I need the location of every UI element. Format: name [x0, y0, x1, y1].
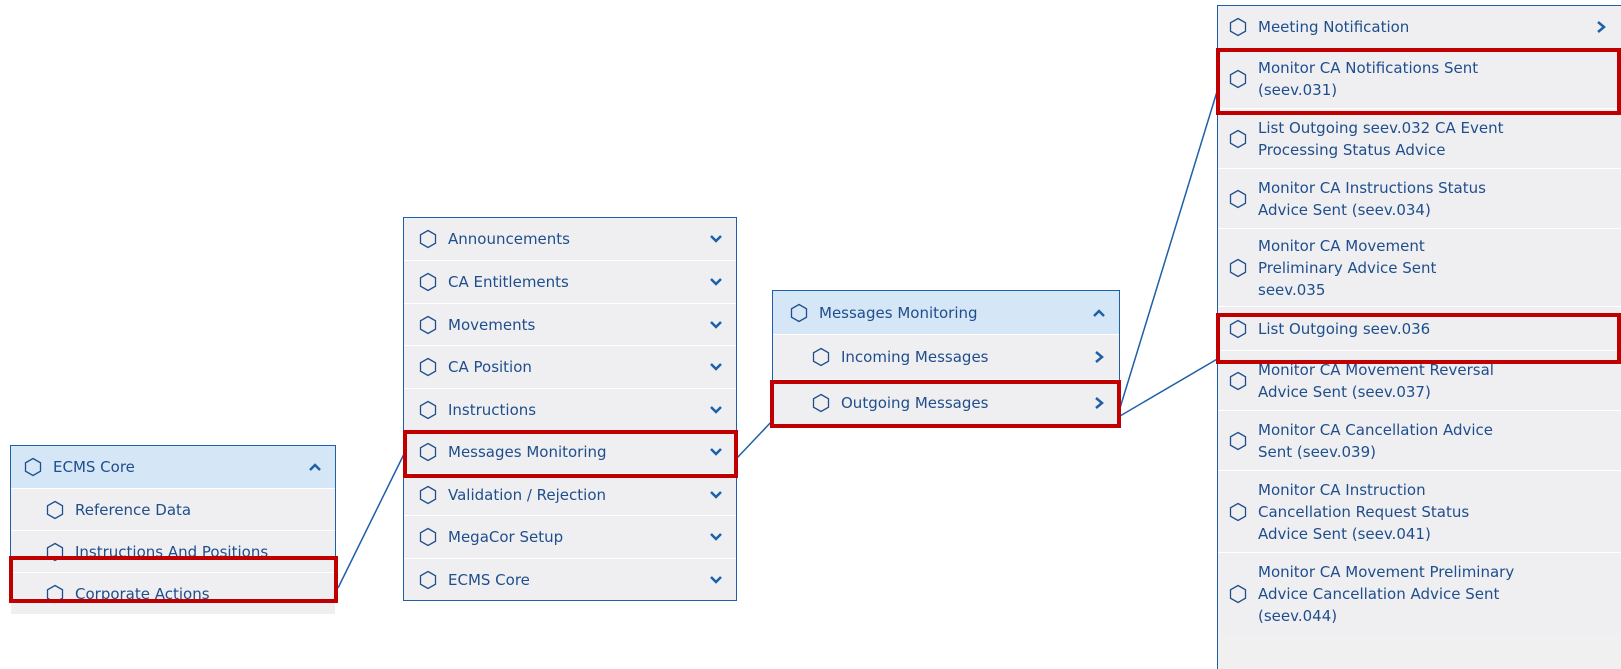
menu-item-label: Monitor CA Movement Preliminary Advice S… [1258, 236, 1437, 299]
menu-item-ecms-core[interactable]: ECMS Core [404, 559, 736, 600]
menu-item-incoming-messages[interactable]: Incoming Messages [773, 335, 1119, 380]
hexagon-icon [1229, 371, 1247, 390]
menu-header-label: Messages Monitoring [819, 303, 978, 322]
hexagon-icon [1229, 129, 1247, 148]
menu-item-label: Monitor CA Movement Reversal Advice Sent… [1258, 360, 1494, 401]
ecms-core-menu: ECMS Core Reference Data Instructions An… [10, 445, 336, 615]
hexagon-icon [1229, 502, 1247, 521]
hexagon-icon [419, 400, 437, 419]
menu-item-reference-data[interactable]: Reference Data [11, 489, 335, 531]
menu-item-announcements[interactable]: Announcements [404, 218, 736, 261]
chevron-right-icon[interactable] [1091, 395, 1107, 411]
hexagon-icon [1229, 189, 1247, 208]
menu-item-label: Announcements [448, 230, 570, 248]
menu-item-label: ECMS Core [448, 570, 530, 589]
menu-item-label: CA Entitlements [448, 273, 569, 291]
menu-item-movements[interactable]: Movements [404, 304, 736, 346]
menu-item-label: MegaCor Setup [448, 528, 564, 546]
chevron-down-icon[interactable] [708, 529, 724, 545]
menu-item-outgoing-messages[interactable]: Outgoing Messages [773, 380, 1119, 426]
menu-item-label: Monitor CA Instructions Status Advice Se… [1258, 178, 1486, 219]
hexagon-icon [419, 570, 437, 589]
menu-item-list-outgoing-seev036[interactable]: List Outgoing seev.036 [1218, 307, 1621, 351]
hexagon-icon [1229, 258, 1247, 277]
chevron-right-icon[interactable] [1593, 19, 1609, 35]
hexagon-icon [1229, 69, 1247, 88]
hexagon-icon [1229, 584, 1247, 604]
hexagon-icon [419, 272, 437, 292]
menu-item-monitor-ca-movement-preliminary[interactable]: Monitor CA Movement Preliminary Advice S… [1218, 229, 1621, 307]
menu-item-label: CA Position [448, 358, 532, 376]
corporate-actions-menu: Announcements CA Entitlements Movements … [403, 217, 737, 601]
hexagon-icon [24, 457, 42, 477]
menu-item-label: Instructions And Positions [75, 542, 269, 561]
messages-monitoring-menu: Messages Monitoring Incoming Messages Ou… [772, 290, 1120, 427]
menu-item-instructions[interactable]: Instructions [404, 389, 736, 431]
menu-item-label: List Outgoing seev.032 CA Event Processi… [1258, 118, 1504, 159]
hexagon-icon [812, 347, 830, 367]
menu-item-instructions-and-positions[interactable]: Instructions And Positions [11, 531, 335, 573]
menu-item-megacor-setup[interactable]: MegaCor Setup [404, 516, 736, 559]
menu-item-label: Monitor CA Cancellation Advice Sent (see… [1258, 420, 1494, 461]
chevron-right-icon[interactable] [1091, 349, 1107, 365]
menu-item-label: Reference Data [75, 500, 192, 519]
menu-item-label: Incoming Messages [841, 348, 989, 366]
hexagon-icon [1229, 431, 1247, 450]
menu-item-monitor-ca-movement-reversal[interactable]: Monitor CA Movement Reversal Advice Sent… [1218, 351, 1621, 411]
chevron-down-icon[interactable] [708, 444, 724, 460]
hexagon-icon [812, 393, 830, 413]
hexagon-icon [419, 442, 437, 462]
menu-item-label: Monitor CA Notifications Sent (seev.031) [1258, 58, 1479, 99]
chevron-up-icon[interactable] [307, 459, 323, 475]
chevron-down-icon[interactable] [708, 274, 724, 290]
chevron-down-icon[interactable] [708, 572, 724, 588]
menu-item-corporate-actions[interactable]: Corporate Actions [11, 573, 335, 615]
menu-item-label: Monitor CA Instruction Cancellation Requ… [1258, 480, 1470, 543]
chevron-down-icon[interactable] [708, 402, 724, 418]
menu-header-messages-monitoring[interactable]: Messages Monitoring [773, 291, 1119, 335]
hexagon-icon [46, 500, 64, 519]
menu-item-label: Movements [448, 315, 536, 334]
menu-item-label: Validation / Rejection [448, 485, 607, 504]
menu-header-ecms-core[interactable]: ECMS Core [11, 446, 335, 489]
hexagon-icon [419, 527, 437, 547]
menu-item-ca-position[interactable]: CA Position [404, 346, 736, 389]
menu-item-monitor-ca-notifications-sent[interactable]: Monitor CA Notifications Sent (seev.031) [1218, 49, 1621, 109]
menu-item-label: Instructions [448, 400, 537, 419]
menu-item-list-outgoing-seev032[interactable]: List Outgoing seev.032 CA Event Processi… [1218, 109, 1621, 169]
chevron-down-icon[interactable] [708, 359, 724, 375]
menu-item-messages-monitoring[interactable]: Messages Monitoring [404, 431, 736, 474]
chevron-down-icon[interactable] [708, 317, 724, 333]
menu-item-label: List Outgoing seev.036 [1258, 319, 1431, 338]
menu-item-label: Meeting Notification [1258, 18, 1410, 36]
hexagon-icon [46, 542, 64, 561]
chevron-down-icon[interactable] [708, 231, 724, 247]
menu-item-monitor-ca-instructions-status[interactable]: Monitor CA Instructions Status Advice Se… [1218, 169, 1621, 229]
hexagon-icon [419, 357, 437, 377]
outgoing-messages-menu: Meeting Notification Monitor CA Notifica… [1217, 5, 1621, 669]
hexagon-icon [46, 584, 64, 603]
hexagon-icon [419, 485, 437, 504]
menu-header-label: ECMS Core [53, 458, 135, 476]
menu-item-label: Outgoing Messages [841, 394, 989, 412]
chevron-down-icon[interactable] [708, 487, 724, 503]
hexagon-icon [1229, 319, 1247, 338]
menu-item-ca-entitlements[interactable]: CA Entitlements [404, 261, 736, 304]
menu-item-validation-rejection[interactable]: Validation / Rejection [404, 474, 736, 516]
hexagon-icon [790, 303, 808, 322]
menu-item-label: Monitor CA Movement Preliminary Advice C… [1258, 563, 1515, 625]
menu-item-label: Messages Monitoring [448, 443, 607, 461]
menu-item-monitor-ca-instruction-cancellation[interactable]: Monitor CA Instruction Cancellation Requ… [1218, 471, 1621, 553]
chevron-up-icon[interactable] [1091, 305, 1107, 321]
menu-item-label: Corporate Actions [75, 584, 210, 603]
menu-item-meeting-notification[interactable]: Meeting Notification [1218, 6, 1621, 49]
menu-item-monitor-ca-cancellation-advice[interactable]: Monitor CA Cancellation Advice Sent (see… [1218, 411, 1621, 471]
hexagon-icon [1229, 17, 1247, 37]
menu-item-monitor-ca-movement-preliminary-cancellation[interactable]: Monitor CA Movement Preliminary Advice C… [1218, 553, 1621, 635]
hexagon-icon [419, 229, 437, 249]
hexagon-icon [419, 315, 437, 334]
